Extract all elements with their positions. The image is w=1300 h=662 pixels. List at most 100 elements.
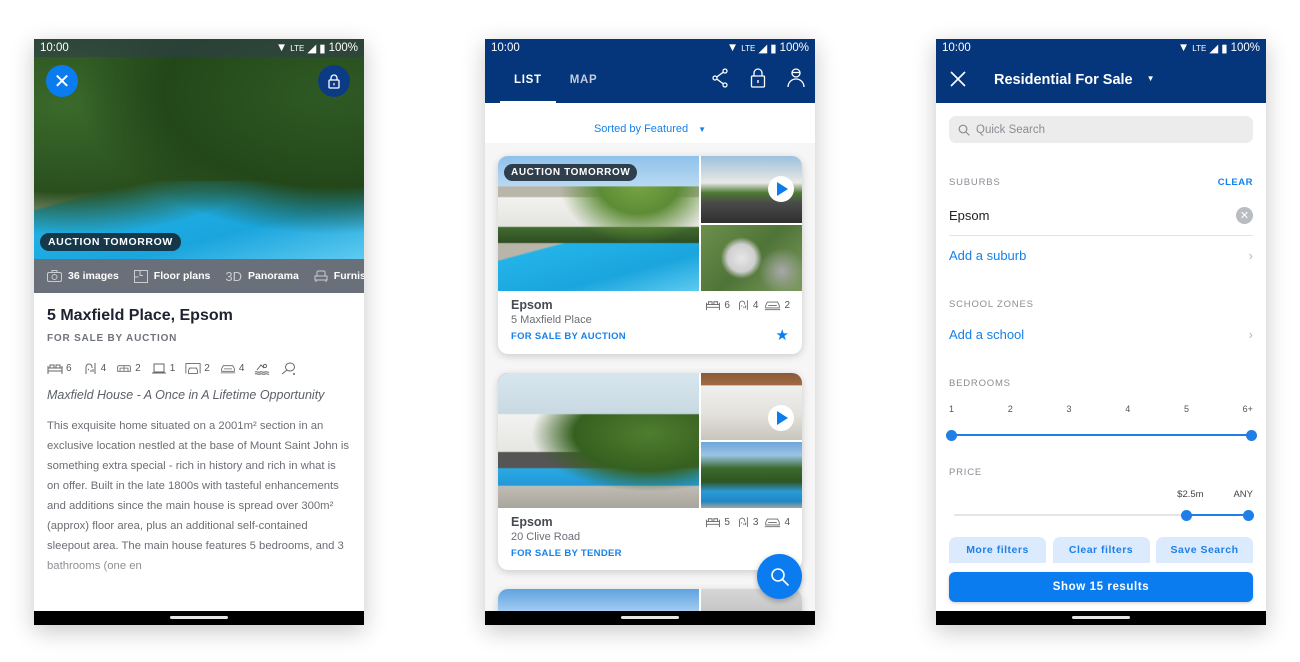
listing-card[interactable]: Epsom 20 Clive Road FOR SALE BY TENDER 5… [498,373,802,570]
card-specs: 5 3 4 [705,516,790,528]
feature-study: 1 [151,362,175,375]
selected-suburb-label: Epsom [949,208,990,223]
listing-card[interactable]: AUCTION TOMORROW Epsom 5 Maxfield Place … [498,156,802,354]
search-placeholder: Quick Search [976,123,1046,136]
bedroom-tick: 6+ [1242,404,1253,414]
battery-icon: ▮ [319,43,326,55]
results-list-screen: LIST MAP 10:00 ▼ LTE ◢ ▮ 100% Sorted by … [485,39,815,625]
selected-suburb: Epsom ✕ [949,196,1253,236]
card-address: 5 Maxfield Place [511,314,592,326]
wifi-icon: ▼ [726,42,739,54]
play-video-button[interactable] [768,176,794,202]
status-time: 10:00 [491,42,520,54]
remove-suburb-icon[interactable]: ✕ [1236,207,1253,224]
bedroom-ticks: 1 2 3 4 5 6+ [949,404,1253,414]
lock-button[interactable] [747,67,769,89]
add-school-row[interactable]: Add a school › [949,327,1253,342]
chevron-right-icon: › [1248,327,1253,342]
media-bar: 36 images Floor plans 3D Panorama Furnis [34,259,364,293]
car-count: 2 [784,299,790,311]
account-button[interactable] [785,67,807,89]
card-side-photo [701,373,802,440]
listing-type-dropdown[interactable]: Residential For Sale ▼ [994,72,1155,88]
battery-level: 100% [1230,42,1260,54]
card-gallery[interactable]: AUCTION TOMORROW [498,156,802,291]
network-type: LTE [290,43,305,53]
bed-icon [706,301,721,311]
price-max-label: ANY [1233,489,1253,500]
share-button[interactable] [709,67,731,89]
media-label: Furnis [333,270,364,282]
tennis-racket-icon [282,362,296,375]
bedrooms-label: BEDROOMS [949,378,1011,389]
sort-label: Sorted by Featured [593,123,689,135]
system-nav-bar [34,611,364,625]
favorite-star-icon[interactable]: ★ [776,326,789,344]
card-side-photo [701,156,802,223]
quick-search-input[interactable]: Quick Search [949,116,1253,143]
bath-count: 3 [752,516,759,528]
media-images[interactable]: 36 images [47,270,119,282]
listing-detail-screen: 10:00 ▼ LTE ◢ ▮ 100% ✕ AUCTION TOMORROW … [34,39,364,625]
play-video-button[interactable] [768,405,794,431]
user-icon [787,68,805,88]
card-sale-method: FOR SALE BY TENDER [511,548,622,559]
more-filters-button[interactable]: More filters [949,537,1046,563]
card-sale-method: FOR SALE BY AUCTION [511,331,626,342]
media-furnishing[interactable]: Furnis [314,270,364,283]
slider-thumb-min[interactable] [1181,510,1193,521]
caret-down-icon: ▼ [698,125,707,134]
slider-thumb-max[interactable] [1246,430,1257,441]
bedrooms-slider[interactable] [946,429,1257,441]
system-nav-bar [936,611,1266,625]
card-gallery[interactable] [498,373,802,508]
save-search-button[interactable]: Save Search [1156,537,1253,563]
slider-thumb-max[interactable] [1243,510,1254,521]
price-slider[interactable] [954,509,1254,521]
status-bar: 10:00 ▼ LTE ◢ ▮ 100% [936,39,1266,57]
home-gesture-handle[interactable] [1072,616,1130,619]
sort-dropdown[interactable]: Sorted by Featured ▼ [485,123,815,135]
app-bar-actions [709,67,807,89]
hero-photo-overlay [34,39,364,259]
feature-pool [254,362,270,375]
close-button[interactable]: ✕ [46,65,78,97]
feature-parking: 4 [220,362,244,375]
clear-suburbs-button[interactable]: CLEAR [1218,177,1253,188]
shower-icon [85,363,96,374]
car-icon [765,518,781,528]
tab-map[interactable]: MAP [556,57,612,103]
price-label: PRICE [949,467,983,478]
add-suburb-row[interactable]: Add a suburb › [949,248,1253,263]
signal-icon: ◢ [307,43,317,55]
bedroom-tick: 2 [1007,404,1013,414]
card-info: Epsom 5 Maxfield Place FOR SALE BY AUCTI… [498,291,802,354]
home-gesture-handle[interactable] [170,616,228,619]
card-info: Epsom 20 Clive Road FOR SALE BY TENDER 5… [498,508,802,570]
features-list: 6 4 2 1 2 4 [47,362,337,375]
laptop-icon [151,363,166,374]
listing-title: 5 Maxfield Place, Epsom [47,307,233,324]
tab-list[interactable]: LIST [500,57,556,103]
card-address: 20 Clive Road [511,531,581,543]
battery-level: 100% [779,42,809,54]
feature-living: 2 [116,362,141,375]
show-results-button[interactable]: Show 15 results [949,572,1253,602]
status-time: 10:00 [942,42,971,54]
camera-icon [47,270,62,282]
clear-filters-button[interactable]: Clear filters [1052,537,1150,563]
slider-thumb-min[interactable] [946,430,957,441]
lock-button[interactable] [318,65,350,97]
add-school-label: Add a school [949,327,1025,342]
media-label: Floor plans [153,270,211,282]
hero-photo[interactable] [34,39,364,259]
home-gesture-handle[interactable] [621,616,679,619]
bedroom-tick: 1 [949,404,955,414]
close-button[interactable] [949,70,967,93]
search-fab[interactable] [757,554,802,599]
wifi-icon: ▼ [275,42,288,54]
auction-badge: AUCTION TOMORROW [504,164,638,181]
media-floorplans[interactable]: Floor plans [133,269,211,283]
slider-fill [1186,514,1248,516]
media-panorama[interactable]: 3D Panorama [225,269,298,284]
